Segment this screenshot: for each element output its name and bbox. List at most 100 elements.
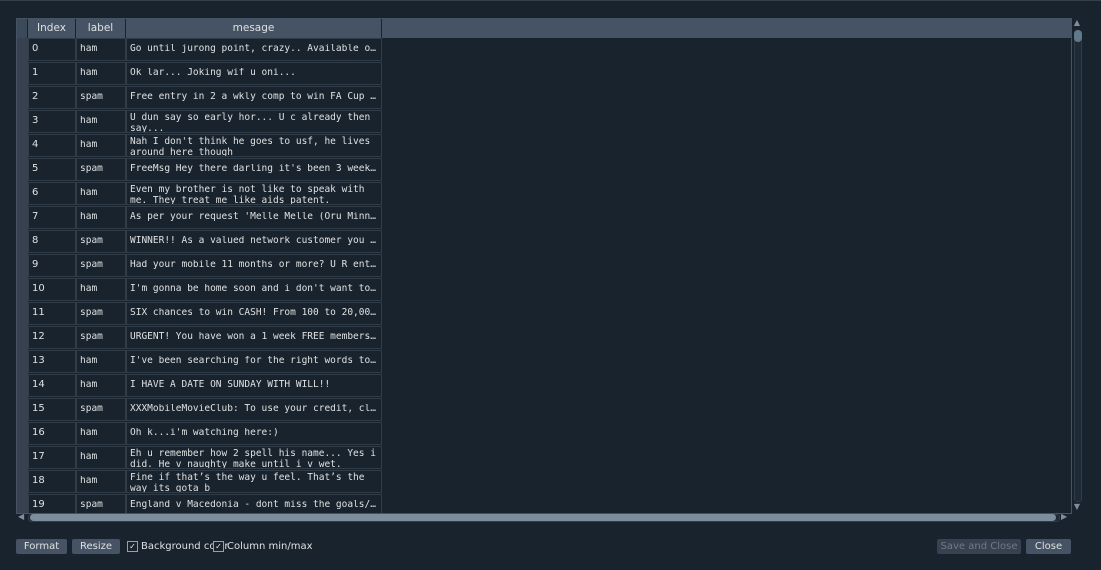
row-header-strip — [17, 38, 28, 513]
column-header-label[interactable]: label — [76, 19, 126, 38]
scroll-left-arrow-icon[interactable]: ◀ — [18, 512, 24, 521]
cell-label[interactable]: ham — [76, 374, 126, 397]
cell-message-text: URGENT! You have won a 1 week FREE membe… — [130, 332, 378, 343]
cell-message[interactable]: Even my brother is not like to speak wit… — [126, 182, 382, 205]
cell-label[interactable]: spam — [76, 494, 126, 513]
cell-index-text: 10 — [32, 284, 45, 295]
cell-label[interactable]: spam — [76, 302, 126, 325]
cell-label[interactable]: spam — [76, 398, 126, 421]
cell-index[interactable]: 12 — [28, 326, 76, 349]
save-and-close-button[interactable]: Save and Close — [937, 539, 1021, 554]
cell-message[interactable]: U dun say so early hor... U c already th… — [126, 110, 382, 133]
cell-label[interactable]: spam — [76, 86, 126, 109]
cell-label[interactable]: ham — [76, 278, 126, 301]
cell-message-text: I've been searching for the right words … — [130, 356, 378, 367]
cell-message[interactable]: XXXMobileMovieClub: To use your credit, … — [126, 398, 382, 421]
column-header-message[interactable]: mesage — [126, 19, 382, 38]
cell-message-text: SIX chances to win CASH! From 100 to 20,… — [130, 308, 378, 319]
cell-index[interactable]: 17 — [28, 446, 76, 469]
column-minmax-checkbox[interactable]: ✓ Column min/max — [213, 540, 313, 553]
cell-index[interactable]: 18 — [28, 470, 76, 493]
cell-label-text: ham — [80, 212, 98, 223]
cell-message[interactable]: England v Macedonia - dont miss the goal… — [126, 494, 382, 513]
cell-index-text: 19 — [32, 500, 45, 511]
cell-message-text: England v Macedonia - dont miss the goal… — [130, 500, 378, 511]
cell-message[interactable]: Ok lar... Joking wif u oni... — [126, 62, 382, 85]
cell-label-text: ham — [80, 356, 98, 367]
cell-index[interactable]: 0 — [28, 38, 76, 61]
checkmark-icon[interactable]: ✓ — [213, 541, 224, 552]
cell-label[interactable]: ham — [76, 38, 126, 61]
cell-message-text: As per your request 'Melle Melle (Oru Mi… — [130, 212, 378, 223]
header-corner[interactable] — [17, 19, 28, 38]
cell-index[interactable]: 13 — [28, 350, 76, 373]
cell-message[interactable]: I HAVE A DATE ON SUNDAY WITH WILL!! — [126, 374, 382, 397]
resize-button[interactable]: Resize — [72, 539, 120, 554]
dataframe-table[interactable]: Index label mesage 0 ham Go until jurong p… — [16, 18, 1072, 514]
cell-label[interactable]: ham — [76, 110, 126, 133]
cell-label-text: spam — [80, 236, 103, 247]
cell-label[interactable]: spam — [76, 326, 126, 349]
cell-message[interactable]: FreeMsg Hey there darling it's been 3 we… — [126, 158, 382, 181]
vertical-scrollbar[interactable]: ▲ ▼ — [1071, 18, 1083, 512]
cell-message[interactable]: As per your request 'Melle Melle (Oru Mi… — [126, 206, 382, 229]
cell-label[interactable]: spam — [76, 230, 126, 253]
horizontal-scrollbar[interactable]: ◀ ▶ — [16, 512, 1070, 524]
horizontal-scroll-thumb[interactable] — [30, 514, 1056, 521]
cell-message[interactable]: Oh k...i'm watching here:) — [126, 422, 382, 445]
cell-index[interactable]: 7 — [28, 206, 76, 229]
cell-label[interactable]: ham — [76, 422, 126, 445]
cell-label[interactable]: ham — [76, 350, 126, 373]
cell-index[interactable]: 1 — [28, 62, 76, 85]
checkmark-icon[interactable]: ✓ — [127, 541, 138, 552]
cell-index[interactable]: 8 — [28, 230, 76, 253]
cell-message[interactable]: URGENT! You have won a 1 week FREE membe… — [126, 326, 382, 349]
cell-index-text: 6 — [32, 188, 39, 199]
cell-message[interactable]: Had your mobile 11 months or more? U R e… — [126, 254, 382, 277]
cell-index[interactable]: 14 — [28, 374, 76, 397]
cell-label[interactable]: ham — [76, 134, 126, 157]
cell-index-text: 4 — [32, 140, 39, 151]
cell-index[interactable]: 5 — [28, 158, 76, 181]
cell-message[interactable]: Go until jurong point, crazy.. Available… — [126, 38, 382, 61]
cell-index[interactable]: 19 — [28, 494, 76, 513]
cell-index[interactable]: 4 — [28, 134, 76, 157]
cell-message[interactable]: I've been searching for the right words … — [126, 350, 382, 373]
scroll-right-arrow-icon[interactable]: ▶ — [1061, 512, 1067, 521]
cell-index[interactable]: 11 — [28, 302, 76, 325]
cell-label-text: ham — [80, 68, 98, 79]
vertical-scroll-thumb[interactable] — [1074, 30, 1082, 42]
cell-index[interactable]: 10 — [28, 278, 76, 301]
cell-message[interactable]: SIX chances to win CASH! From 100 to 20,… — [126, 302, 382, 325]
window-top-border — [0, 0, 1101, 1]
close-button[interactable]: Close — [1026, 539, 1071, 554]
cell-message[interactable]: I'm gonna be home soon and i don't want … — [126, 278, 382, 301]
cell-index[interactable]: 16 — [28, 422, 76, 445]
cell-label[interactable]: spam — [76, 254, 126, 277]
column-header-index[interactable]: Index — [28, 19, 76, 38]
cell-label[interactable]: spam — [76, 158, 126, 181]
cell-index-text: 1 — [32, 68, 39, 79]
cell-index[interactable]: 15 — [28, 398, 76, 421]
cell-message[interactable]: Fine if that’s the way u feel. That’s th… — [126, 470, 382, 493]
cell-message[interactable]: Free entry in 2 a wkly comp to win FA Cu… — [126, 86, 382, 109]
cell-index-text: 5 — [32, 164, 39, 175]
format-button[interactable]: Format — [16, 539, 67, 554]
cell-label[interactable]: ham — [76, 62, 126, 85]
cell-message[interactable]: Eh u remember how 2 spell his name... Ye… — [126, 446, 382, 469]
cell-index[interactable]: 3 — [28, 110, 76, 133]
cell-message[interactable]: WINNER!! As a valued network customer yo… — [126, 230, 382, 253]
scroll-up-arrow-icon[interactable]: ▲ — [1073, 18, 1081, 28]
cell-index[interactable]: 2 — [28, 86, 76, 109]
cell-label-text: ham — [80, 428, 98, 439]
cell-label[interactable]: ham — [76, 446, 126, 469]
cell-index[interactable]: 9 — [28, 254, 76, 277]
cell-label[interactable]: ham — [76, 206, 126, 229]
cell-label[interactable]: ham — [76, 182, 126, 205]
vertical-scroll-track[interactable] — [1074, 30, 1082, 502]
cell-message[interactable]: Nah I don't think he goes to usf, he liv… — [126, 134, 382, 157]
scroll-down-arrow-icon[interactable]: ▼ — [1073, 502, 1081, 512]
cell-label[interactable]: ham — [76, 470, 126, 493]
cell-label-text: ham — [80, 380, 98, 391]
cell-index[interactable]: 6 — [28, 182, 76, 205]
